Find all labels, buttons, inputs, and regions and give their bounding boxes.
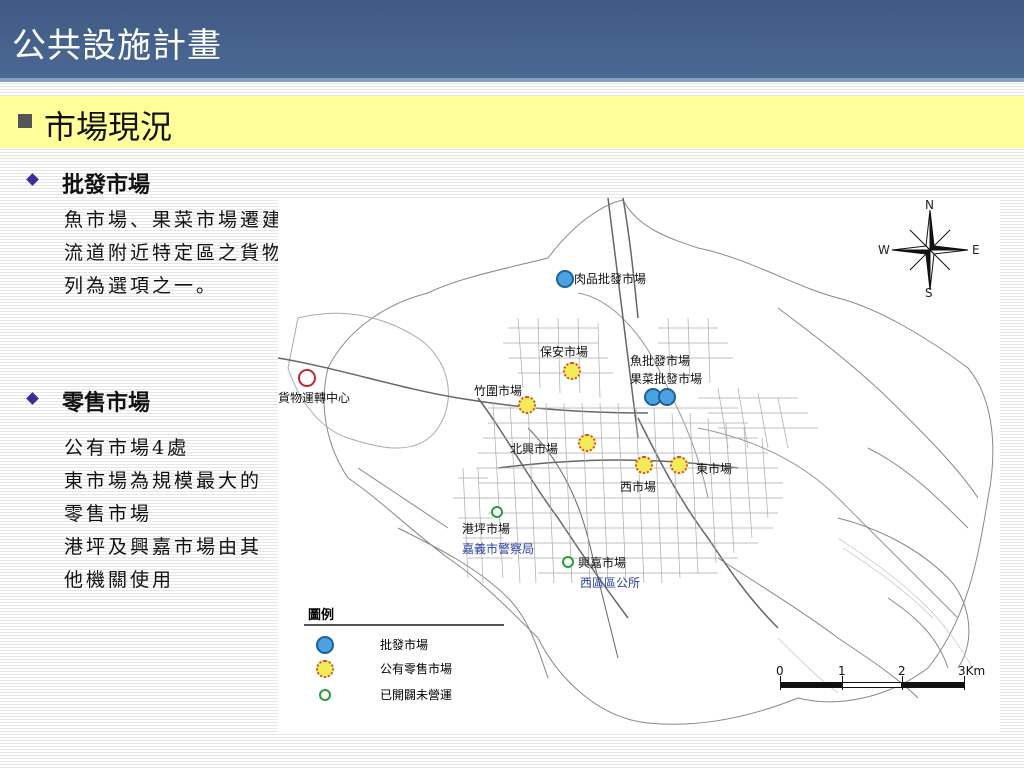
legend-retail-label: 公有零售市場 — [380, 662, 453, 676]
legend-wholesale-label: 批發市場 — [380, 638, 429, 652]
map-label-fish-market: 魚批發市場 — [630, 354, 691, 368]
subheading-title: 市場現況 — [44, 108, 173, 146]
map-label-meat-market: 肉品批發市場 — [574, 272, 647, 286]
map-label-gangping-market: 港坪市場 — [462, 522, 511, 536]
retail-market-marker — [670, 456, 688, 474]
retail-market-marker — [518, 396, 536, 414]
map-label-beixing-market: 北興市場 — [510, 442, 559, 456]
compass-east-label: E — [972, 243, 980, 257]
text-line: 零售市場 — [64, 503, 153, 525]
map-label-west-district-office: 西區區公所 — [580, 576, 641, 590]
scale-segment — [902, 682, 964, 688]
square-bullet-icon — [18, 114, 32, 128]
scale-divider — [842, 676, 843, 690]
compass-west-label: W — [878, 243, 890, 257]
retail-market-marker — [578, 434, 596, 452]
scale-tick-label: 3Km — [958, 664, 986, 678]
map-label-baoan-market: 保安市場 — [540, 345, 589, 359]
retail-market-marker — [635, 456, 653, 474]
scale-segment — [842, 682, 902, 688]
retail-heading: 零售市場 — [62, 391, 151, 416]
map-label-zhuwei-market: 竹圍市場 — [474, 384, 523, 398]
scale-divider — [902, 676, 903, 690]
map-label-freight-center: 貨物運轉中心 — [278, 391, 351, 405]
map-label-police-bureau: 嘉義市警察局 — [462, 542, 535, 556]
legend-unused-icon — [319, 689, 331, 701]
diamond-bullet-icon — [26, 173, 39, 186]
freight-center-marker — [298, 369, 316, 387]
text-line: 他機關使用 — [64, 569, 175, 591]
legend-divider — [304, 624, 504, 626]
wholesale-market-marker — [658, 388, 676, 406]
unused-market-marker — [562, 556, 574, 568]
scale-divider — [780, 676, 781, 690]
scale-bar: 0 1 2 3Km — [770, 662, 990, 702]
map-label-xi-market: 西市場 — [620, 480, 657, 494]
title-bar: 公共設施計畫 — [0, 0, 1024, 82]
wholesale-market-marker — [556, 270, 574, 288]
text-line: 公有市場4處 — [64, 437, 190, 459]
legend-unused-label: 已開闢未營運 — [380, 688, 453, 702]
scale-segment — [780, 682, 842, 688]
compass-rose: N S W E — [878, 198, 980, 300]
text-line: 港坪及興嘉市場由其 — [64, 536, 263, 558]
slide-title: 公共設施計畫 — [12, 26, 222, 66]
retail-text: 公有市場4處 東市場為規模最大的 零售市場 港坪及興嘉市場由其 他機關使用 — [64, 432, 290, 597]
compass-star-icon — [891, 209, 969, 291]
map-legend: 圖例 批發市場 公有零售市場 已開闢未營運 — [300, 602, 510, 712]
legend-title: 圖例 — [308, 608, 335, 623]
legend-wholesale-icon — [316, 636, 334, 654]
diamond-bullet-icon — [26, 392, 39, 405]
wholesale-heading: 批發市場 — [62, 173, 151, 198]
subheading-bar: 市場現況 — [0, 96, 1024, 148]
scale-divider — [964, 676, 965, 690]
map-label-fruit-market: 果菜批發市場 — [630, 372, 703, 386]
map-label-xingjia-market: 興嘉市場 — [578, 556, 627, 570]
retail-market-marker — [563, 362, 581, 380]
unused-market-marker — [491, 506, 503, 518]
map-label-dong-market: 東市場 — [696, 462, 733, 476]
text-line: 東市場為規模最大的 — [64, 470, 263, 492]
compass-north-label: N — [925, 198, 934, 212]
legend-retail-icon — [316, 660, 334, 678]
compass-south-label: S — [925, 286, 933, 300]
